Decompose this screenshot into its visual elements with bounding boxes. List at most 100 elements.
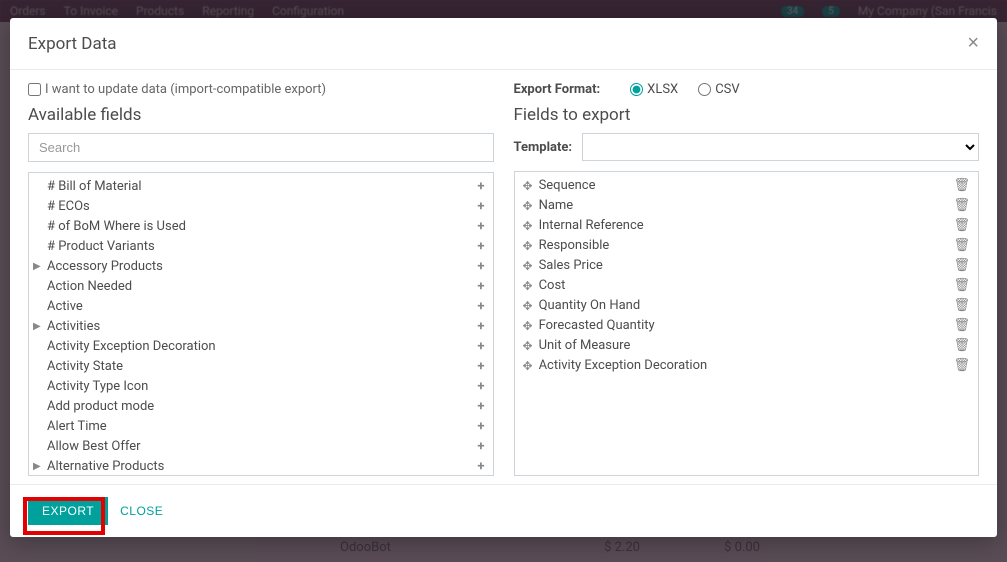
move-icon[interactable]: ✥ [523, 357, 533, 375]
export-field-item[interactable]: ✥ Sequence🗑 [515, 176, 979, 196]
export-field-item[interactable]: ✥ Quantity On Hand🗑 [515, 296, 979, 316]
add-icon[interactable]: + [477, 458, 484, 476]
available-field-item[interactable]: Allow Best Offer+ [29, 437, 493, 457]
export-button[interactable]: EXPORT [28, 497, 108, 525]
trash-icon[interactable]: 🗑 [953, 237, 970, 255]
available-field-item[interactable]: ▶Activities+ [29, 317, 493, 337]
field-label: Alternative Products [47, 458, 477, 476]
trash-icon[interactable]: 🗑 [953, 317, 970, 335]
update-data-checkbox-row[interactable]: I want to update data (import-compatible… [28, 82, 494, 97]
trash-icon[interactable]: 🗑 [953, 277, 970, 295]
move-icon[interactable]: ✥ [523, 277, 533, 295]
template-select[interactable] [582, 133, 979, 161]
available-field-item[interactable]: Active+ [29, 297, 493, 317]
export-field-item[interactable]: ✥ Unit of Measure🗑 [515, 336, 979, 356]
move-icon[interactable]: ✥ [523, 337, 533, 355]
move-icon[interactable]: ✥ [523, 257, 533, 275]
modal-title: Export Data [28, 34, 117, 54]
format-csv-option[interactable]: CSV [698, 82, 739, 97]
trash-icon[interactable]: 🗑 [953, 257, 970, 275]
available-fields-heading: Available fields [28, 105, 494, 125]
add-icon[interactable]: + [477, 258, 484, 276]
trash-icon[interactable]: 🗑 [953, 217, 970, 235]
field-label: # Product Variants [47, 238, 477, 256]
csv-radio[interactable] [698, 83, 711, 96]
field-label: Activity Exception Decoration [47, 338, 477, 356]
available-field-item[interactable]: Activity Type Icon+ [29, 377, 493, 397]
available-field-item[interactable]: # ECOs+ [29, 197, 493, 217]
trash-icon[interactable]: 🗑 [953, 197, 970, 215]
add-icon[interactable]: + [477, 418, 484, 436]
trash-icon[interactable]: 🗑 [953, 177, 970, 195]
available-field-item[interactable]: Activity State+ [29, 357, 493, 377]
format-label: Export Format: [514, 82, 601, 97]
field-label: Quantity On Hand [539, 297, 954, 315]
close-button[interactable]: CLOSE [120, 504, 163, 518]
add-icon[interactable]: + [477, 338, 484, 356]
move-icon[interactable]: ✥ [523, 177, 533, 195]
move-icon[interactable]: ✥ [523, 237, 533, 255]
add-icon[interactable]: + [477, 238, 484, 256]
search-input[interactable] [28, 133, 494, 162]
field-label: Activity Exception Decoration [539, 357, 954, 375]
field-label: Sequence [539, 177, 954, 195]
available-field-item[interactable]: # Bill of Material+ [29, 177, 493, 197]
add-icon[interactable]: + [477, 278, 484, 296]
available-field-item[interactable]: ▶Accessory Products+ [29, 257, 493, 277]
modal-header: Export Data × [10, 18, 997, 69]
add-icon[interactable]: + [477, 438, 484, 456]
move-icon[interactable]: ✥ [523, 317, 533, 335]
field-label: # ECOs [47, 198, 477, 216]
xlsx-radio[interactable] [630, 83, 643, 96]
update-data-checkbox[interactable] [28, 83, 41, 96]
available-field-item[interactable]: ▶Alternative Products+ [29, 457, 493, 476]
add-icon[interactable]: + [477, 298, 484, 316]
right-column: Export Format: XLSX CSV Fields to export… [514, 82, 980, 476]
available-field-item[interactable]: Action Needed+ [29, 277, 493, 297]
available-fields-list[interactable]: # Bill of Material+# ECOs+# of BoM Where… [28, 172, 494, 476]
export-field-item[interactable]: ✥Sales Price🗑 [515, 256, 979, 276]
field-label: Action Needed [47, 278, 477, 296]
add-icon[interactable]: + [477, 318, 484, 336]
export-field-item[interactable]: ✥Responsible🗑 [515, 236, 979, 256]
expand-icon[interactable]: ▶ [33, 258, 47, 276]
export-field-item[interactable]: ✥ Cost🗑 [515, 276, 979, 296]
available-field-item[interactable]: # of BoM Where is Used+ [29, 217, 493, 237]
field-label: Unit of Measure [539, 337, 954, 355]
add-icon[interactable]: + [477, 378, 484, 396]
export-field-item[interactable]: ✥ Internal Reference🗑 [515, 216, 979, 236]
field-label: Activity State [47, 358, 477, 376]
add-icon[interactable]: + [477, 218, 484, 236]
move-icon[interactable]: ✥ [523, 197, 533, 215]
field-label: Cost [539, 277, 954, 295]
export-field-item[interactable]: ✥ Activity Exception Decoration🗑 [515, 356, 979, 376]
export-modal: Export Data × I want to update data (imp… [10, 18, 997, 537]
trash-icon[interactable]: 🗑 [953, 357, 970, 375]
add-icon[interactable]: + [477, 198, 484, 216]
expand-icon[interactable]: ▶ [33, 458, 47, 476]
move-icon[interactable]: ✥ [523, 217, 533, 235]
export-fields-list[interactable]: ✥Sequence🗑✥Name🗑✥Internal Reference🗑✥Res… [514, 171, 980, 476]
export-field-item[interactable]: ✥Forecasted Quantity🗑 [515, 316, 979, 336]
field-label: Internal Reference [539, 217, 954, 235]
field-label: Activity Type Icon [47, 378, 477, 396]
add-icon[interactable]: + [477, 398, 484, 416]
available-field-item[interactable]: Add product mode+ [29, 397, 493, 417]
trash-icon[interactable]: 🗑 [953, 297, 970, 315]
field-label: # Bill of Material [47, 178, 477, 196]
export-format-row: Export Format: XLSX CSV [514, 82, 980, 97]
expand-icon[interactable]: ▶ [33, 318, 47, 336]
trash-icon[interactable]: 🗑 [953, 337, 970, 355]
add-icon[interactable]: + [477, 178, 484, 196]
available-field-item[interactable]: Alert Time+ [29, 417, 493, 437]
field-label: Allow Best Offer [47, 438, 477, 456]
export-field-item[interactable]: ✥Name🗑 [515, 196, 979, 216]
available-field-item[interactable]: Activity Exception Decoration+ [29, 337, 493, 357]
template-label: Template: [514, 140, 573, 155]
move-icon[interactable]: ✥ [523, 297, 533, 315]
add-icon[interactable]: + [477, 358, 484, 376]
available-field-item[interactable]: # Product Variants+ [29, 237, 493, 257]
close-icon[interactable]: × [967, 32, 979, 55]
format-xlsx-option[interactable]: XLSX [630, 82, 678, 97]
fields-export-heading: Fields to export [514, 105, 980, 125]
